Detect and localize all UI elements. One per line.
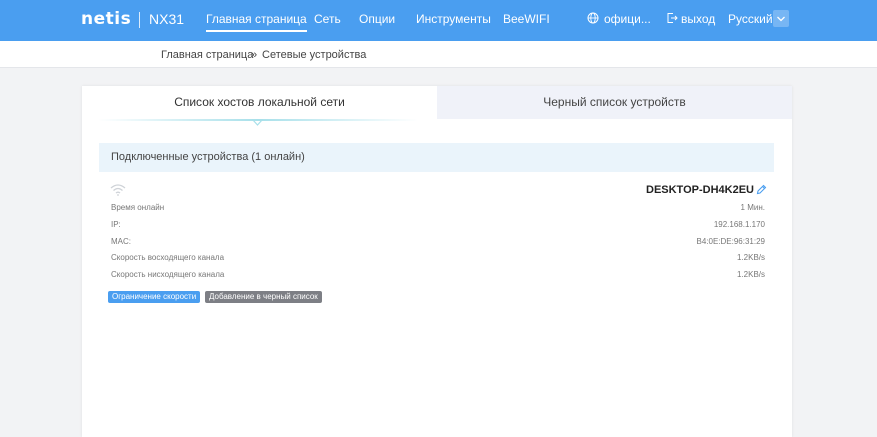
active-tab-caret-icon [252,119,263,126]
online-time-value: 1 Мин. [740,203,765,212]
official-site-link[interactable]: офици... [604,12,651,26]
logo-divider [139,12,140,28]
download-speed-value: 1.2KB/s [736,270,765,279]
breadcrumb: Главная страница » Сетевые устройства [0,41,877,68]
ip-label: IP: [111,220,121,229]
device-name: DESKTOP-DH4K2EU [646,184,754,196]
online-time-label: Время онлайн [111,203,165,212]
speed-limit-button[interactable]: Ограничение скорости [108,291,201,303]
language-dropdown-toggle[interactable] [773,10,789,27]
language-select[interactable]: Русский [728,12,773,26]
nav-options[interactable]: Опции [359,12,395,26]
download-speed-label: Скорость нисходящего канала [111,270,225,279]
top-header: netis NX31 Главная страница Сеть Опции И… [0,0,877,41]
chevron-down-icon [777,16,785,22]
breadcrumb-separator: » [251,49,258,61]
wifi-icon [110,184,126,196]
tab-blacklist[interactable]: Черный список устройств [437,86,792,119]
netis-logo[interactable]: netis [81,9,131,29]
upload-speed-value: 1.2KB/s [736,253,765,262]
section-title: Подключенные устройства (1 онлайн) [111,151,305,163]
breadcrumb-home[interactable]: Главная страница [161,49,253,61]
globe-icon[interactable] [587,12,599,24]
breadcrumb-current: Сетевые устройства [262,49,367,61]
edit-pencil-icon[interactable] [756,184,767,195]
add-to-blacklist-button[interactable]: Добавление в черный список [205,291,322,303]
nav-tools[interactable]: Инструменты [416,12,491,26]
connected-devices-header: Подключенные устройства (1 онлайн) [99,143,774,172]
model-name: NX31 [149,11,185,27]
tab-lan-hosts[interactable]: Список хостов локальной сети [82,86,437,119]
nav-home[interactable]: Главная страница [206,12,307,32]
upload-speed-label: Скорость восходящего канала [111,253,225,262]
logout-link[interactable]: выход [681,12,715,26]
devices-card: Список хостов локальной сети Черный спис… [82,86,792,437]
mac-label: MAC: [111,237,131,246]
nav-network[interactable]: Сеть [314,12,341,26]
mac-value: B4:0E:DE:96:31:29 [696,237,766,246]
logout-icon[interactable] [666,12,678,24]
nav-beewifi[interactable]: BeeWIFI [503,12,550,26]
ip-value: 192.168.1.170 [713,220,765,229]
